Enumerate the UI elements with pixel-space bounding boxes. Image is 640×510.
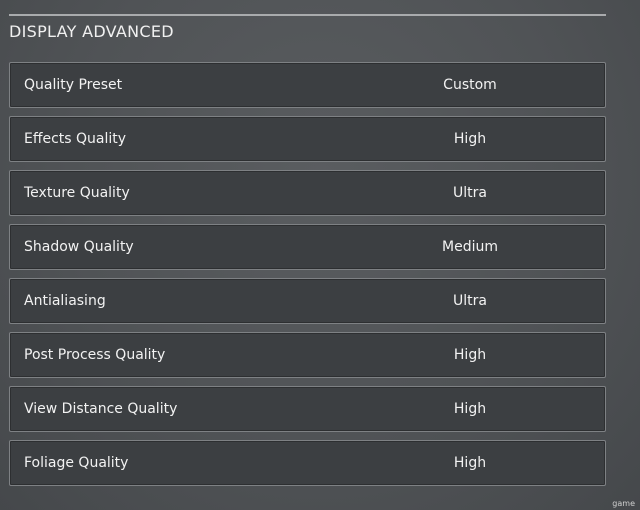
settings-list: Quality Preset Custom Effects Quality Hi… bbox=[9, 62, 606, 494]
setting-label: Quality Preset bbox=[24, 77, 123, 93]
setting-label: View Distance Quality bbox=[24, 401, 178, 417]
setting-row-shadow-quality[interactable]: Shadow Quality Medium bbox=[9, 224, 606, 270]
setting-row-antialiasing[interactable]: Antialiasing Ultra bbox=[9, 278, 606, 324]
header-divider bbox=[9, 14, 606, 16]
setting-value[interactable]: Custom bbox=[420, 77, 520, 93]
setting-row-post-process-quality[interactable]: Post Process Quality High bbox=[9, 332, 606, 378]
setting-value[interactable]: Ultra bbox=[420, 293, 520, 309]
setting-label: Foliage Quality bbox=[24, 455, 129, 471]
setting-value[interactable]: High bbox=[420, 455, 520, 471]
setting-value[interactable]: High bbox=[420, 401, 520, 417]
section-title: DISPLAY ADVANCED bbox=[9, 22, 174, 41]
setting-value[interactable]: Ultra bbox=[420, 185, 520, 201]
watermark: game bbox=[612, 499, 635, 508]
setting-row-view-distance-quality[interactable]: View Distance Quality High bbox=[9, 386, 606, 432]
setting-label: Antialiasing bbox=[24, 293, 106, 309]
setting-value[interactable]: Medium bbox=[420, 239, 520, 255]
setting-row-quality-preset[interactable]: Quality Preset Custom bbox=[9, 62, 606, 108]
setting-value[interactable]: High bbox=[420, 131, 520, 147]
setting-row-effects-quality[interactable]: Effects Quality High bbox=[9, 116, 606, 162]
setting-label: Texture Quality bbox=[24, 185, 130, 201]
setting-label: Post Process Quality bbox=[24, 347, 166, 363]
setting-value[interactable]: High bbox=[420, 347, 520, 363]
setting-label: Effects Quality bbox=[24, 131, 127, 147]
setting-row-foliage-quality[interactable]: Foliage Quality High bbox=[9, 440, 606, 486]
setting-label: Shadow Quality bbox=[24, 239, 134, 255]
setting-row-texture-quality[interactable]: Texture Quality Ultra bbox=[9, 170, 606, 216]
